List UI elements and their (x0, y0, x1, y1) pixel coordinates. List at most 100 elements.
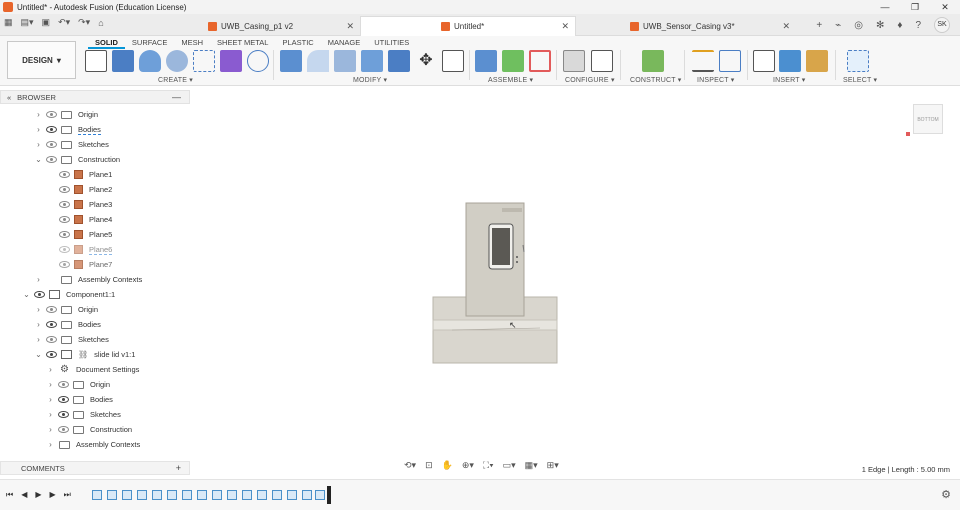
timeline-feature[interactable] (197, 490, 207, 500)
file-menu-icon[interactable]: ▤▾ (21, 17, 34, 28)
save-icon[interactable]: ▣ (42, 17, 51, 28)
tree-item-assembly-contexts[interactable]: › Assembly Contexts (34, 272, 142, 287)
visibility-eye-icon[interactable] (46, 321, 57, 328)
tree-item-plane5[interactable]: Plane5 (56, 227, 112, 242)
tree-item-origin[interactable]: › Origin (34, 107, 98, 122)
tree-item-plane2[interactable]: Plane2 (56, 182, 112, 197)
grid-menu-icon[interactable]: ▦ (4, 17, 13, 28)
visibility-eye-icon[interactable] (46, 336, 57, 343)
timeline-feature[interactable] (212, 490, 222, 500)
notifications-icon[interactable]: ♦ (897, 20, 902, 31)
timeline-feature[interactable] (257, 490, 267, 500)
undo-icon[interactable]: ↶▾ (58, 17, 70, 28)
offset-plane-icon[interactable] (642, 50, 664, 72)
timeline-feature[interactable] (227, 490, 237, 500)
visibility-eye-icon[interactable] (59, 216, 70, 223)
group-select[interactable]: SELECT ▾ (843, 76, 877, 84)
shell-icon[interactable] (334, 50, 356, 72)
maximize-button[interactable]: ❐ (900, 0, 930, 14)
chevron-down-icon[interactable]: ⌄ (34, 155, 43, 164)
tree-item-construction[interactable]: ⌄ Construction (34, 152, 120, 167)
go-to-end-icon[interactable]: ⏭ (64, 490, 71, 500)
close-window-button[interactable]: ✕ (930, 0, 960, 14)
visibility-eye-icon[interactable] (58, 426, 69, 433)
visibility-eye-icon[interactable] (59, 246, 70, 253)
timeline-feature[interactable] (242, 490, 252, 500)
pan-icon[interactable]: ✋ (442, 460, 453, 471)
timeline-feature[interactable] (167, 490, 177, 500)
avatar[interactable]: SK (934, 17, 950, 33)
chevron-right-icon[interactable]: › (46, 365, 55, 374)
tree-item-bodies[interactable]: › Bodies (34, 317, 101, 332)
close-tab-icon[interactable]: ✕ (561, 21, 569, 32)
form-icon[interactable] (220, 50, 242, 72)
visibility-eye-icon[interactable] (46, 126, 57, 133)
group-construct[interactable]: CONSTRUCT ▾ (630, 76, 681, 84)
chevron-right-icon[interactable]: › (46, 395, 55, 404)
go-to-start-icon[interactable]: ⏮ (6, 490, 13, 500)
visibility-eye-icon[interactable] (59, 186, 70, 193)
tree-item-construction[interactable]: › Construction (46, 422, 132, 437)
zoom-icon[interactable]: ⊕▾ (462, 460, 474, 471)
visibility-eye-icon[interactable] (58, 411, 69, 418)
chevron-down-icon[interactable]: ⌄ (22, 290, 31, 299)
combine-icon[interactable] (247, 50, 269, 72)
comments-panel[interactable]: COMMENTS + (0, 461, 190, 475)
joint-icon[interactable] (502, 50, 524, 72)
doc-tab-casing-p1[interactable]: UWB_Casing_p1 v2 ✕ (200, 16, 360, 36)
visibility-eye-icon[interactable] (59, 201, 70, 208)
combine-bodies-icon[interactable] (361, 50, 383, 72)
group-inspect[interactable]: INSPECT ▾ (697, 76, 734, 84)
tree-item-plane7[interactable]: Plane7 (56, 257, 112, 272)
timeline-marker[interactable] (327, 486, 331, 504)
visibility-eye-icon[interactable] (59, 261, 70, 268)
timeline-feature[interactable] (137, 490, 147, 500)
chevron-right-icon[interactable]: › (34, 320, 43, 329)
insert-image-icon[interactable] (779, 50, 801, 72)
tree-item-component1[interactable]: ⌄ Component1:1 (22, 287, 115, 302)
look-at-icon[interactable]: ⊡ (425, 460, 433, 471)
as-built-joint-icon[interactable] (529, 50, 551, 72)
viewports-icon[interactable]: ⊞▾ (547, 460, 559, 471)
tree-item-origin[interactable]: › Origin (46, 377, 110, 392)
visibility-eye-icon[interactable] (46, 156, 57, 163)
timeline-feature[interactable] (272, 490, 282, 500)
timeline-feature[interactable] (315, 490, 325, 500)
chevron-right-icon[interactable]: › (34, 140, 43, 149)
minimize-panel-icon[interactable]: — (172, 92, 181, 102)
timeline-feature[interactable] (152, 490, 162, 500)
gear-icon[interactable]: ⚙ (941, 488, 951, 501)
doc-tab-untitled[interactable]: Untitled* ✕ (360, 16, 576, 36)
timeline-feature[interactable] (107, 490, 117, 500)
group-insert[interactable]: INSERT ▾ (773, 76, 805, 84)
add-comment-icon[interactable]: + (176, 463, 181, 473)
split-body-icon[interactable] (388, 50, 410, 72)
extrude-icon[interactable] (112, 50, 134, 72)
measure-icon[interactable] (692, 50, 714, 72)
close-tab-icon[interactable]: ✕ (346, 21, 354, 32)
revolve-icon[interactable] (139, 50, 161, 72)
press-pull-icon[interactable] (280, 50, 302, 72)
chevron-right-icon[interactable]: › (34, 335, 43, 344)
tab-solid[interactable]: SOLID (88, 38, 125, 49)
browser-panel-header[interactable]: « BROWSER — (0, 90, 190, 104)
visibility-eye-icon[interactable] (59, 171, 70, 178)
group-modify[interactable]: MODIFY ▾ (353, 76, 387, 84)
chevron-right-icon[interactable]: › (46, 410, 55, 419)
tab-surface[interactable]: SURFACE (125, 38, 174, 49)
redo-icon[interactable]: ↷▾ (78, 17, 90, 28)
visibility-eye-icon[interactable] (46, 351, 57, 358)
tree-item-plane3[interactable]: Plane3 (56, 197, 112, 212)
display-settings-icon[interactable]: ▭▾ (503, 460, 516, 471)
tree-item-assembly-contexts[interactable]: › Assembly Contexts (46, 437, 140, 452)
tree-item-sketches[interactable]: › Sketches (34, 137, 109, 152)
create-sketch-icon[interactable] (85, 50, 107, 72)
timeline-feature[interactable] (122, 490, 132, 500)
tree-item-plane6[interactable]: Plane6 (56, 242, 113, 257)
visibility-eye-icon[interactable] (58, 381, 69, 388)
job-status-icon[interactable]: ✻ (876, 20, 884, 31)
chevron-right-icon[interactable]: › (34, 125, 43, 134)
tree-item-origin[interactable]: › Origin (34, 302, 98, 317)
tree-item-bodies[interactable]: › Bodies (34, 122, 101, 137)
insert-mesh-icon[interactable] (806, 50, 828, 72)
